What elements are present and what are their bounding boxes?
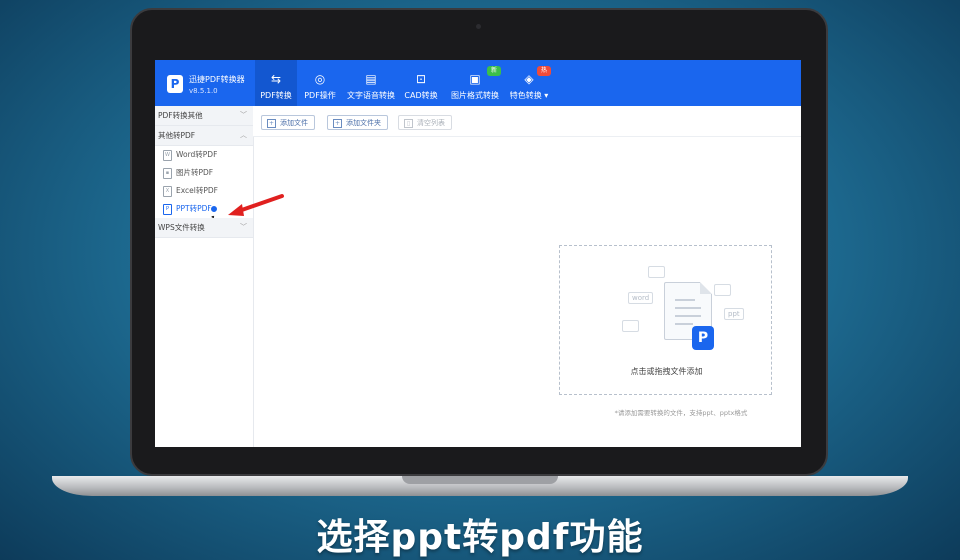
sidebar-item-image-to-pdf[interactable]: ▪ 图片转PDF <box>155 164 253 182</box>
file-tag-blank <box>648 266 665 278</box>
sidebar-item-label: PPT转PDF <box>176 204 212 213</box>
app-version: v8.5.1.0 <box>189 87 218 95</box>
chevron-down-icon: ﹀ <box>240 111 247 119</box>
chevron-up-icon: ︿ <box>240 131 247 139</box>
doc-line <box>675 299 695 301</box>
ppt-file-icon: P <box>163 204 172 215</box>
app-header: P 迅捷PDF转换器 v8.5.1.0 ⇆ PDF转换 ◎ PDF操作 ▤ 文字… <box>155 60 801 106</box>
tab-pdf-convert[interactable]: ⇆ PDF转换 <box>255 60 297 106</box>
add-folder-icon: + <box>333 119 342 128</box>
group-label: PDF转换其他 <box>158 111 203 120</box>
doc-line <box>675 315 701 317</box>
tab-label: 图片格式转换 <box>451 91 499 100</box>
sidebar: PDF转换其他 ﹀ 其他转PDF ︿ W Word转PDF ▪ 图片转PDF X… <box>155 106 254 447</box>
tab-special[interactable]: ◈ 特色转换 ▾ 热 <box>507 60 551 106</box>
app-window: P 迅捷PDF转换器 v8.5.1.0 ⇆ PDF转换 ◎ PDF操作 ▤ 文字… <box>155 60 801 447</box>
convert-icon: ⇆ <box>270 72 282 86</box>
video-caption: 选择ppt转pdf功能 <box>316 517 644 558</box>
file-tag-blank <box>714 284 731 296</box>
tab-image-format[interactable]: ▣ 图片格式转换 新 <box>449 60 501 106</box>
word-file-icon: W <box>163 150 172 161</box>
image-icon: ▣ <box>469 72 481 86</box>
add-file-button[interactable]: + 添加文件 <box>261 115 315 130</box>
add-file-icon: + <box>267 119 276 128</box>
group-label: 其他转PDF <box>158 131 196 140</box>
file-tag-blank <box>622 320 639 332</box>
button-label: 清空列表 <box>417 119 445 127</box>
group-label: WPS文件转换 <box>158 223 205 232</box>
file-drop-zone[interactable]: word ppt P 点击或拖拽文件添加 <box>559 245 772 395</box>
tab-label: 特色转换 ▾ <box>509 91 549 100</box>
sidebar-group-wps[interactable]: WPS文件转换 ﹀ <box>155 218 253 238</box>
audio-icon: ▤ <box>365 72 377 86</box>
tab-label: PDF转换 <box>260 91 292 100</box>
chevron-down-icon: ﹀ <box>240 223 247 231</box>
trash-icon: ▯ <box>404 119 413 128</box>
doc-line <box>675 307 701 309</box>
supported-formats-hint: *请添加需要转换的文件，支持ppt、pptx格式 <box>614 409 748 417</box>
tab-text-audio[interactable]: ▤ 文字语音转换 <box>345 60 397 106</box>
operation-icon: ◎ <box>314 72 326 86</box>
file-tag-ppt: ppt <box>724 308 744 320</box>
laptop-notch <box>402 476 558 484</box>
button-label: 添加文件 <box>280 119 308 127</box>
clear-list-button[interactable]: ▯ 清空列表 <box>398 115 452 130</box>
file-tag-word: word <box>628 292 654 304</box>
new-badge: 新 <box>487 66 501 76</box>
sidebar-item-label: Word转PDF <box>176 150 218 159</box>
drop-zone-text: 点击或拖拽文件添加 <box>630 367 703 376</box>
red-arrow-annotation <box>228 194 284 216</box>
tab-cad[interactable]: ⊡ CAD转换 <box>401 60 441 106</box>
app-logo-icon: P <box>167 75 183 93</box>
image-file-icon: ▪ <box>163 168 172 179</box>
sidebar-item-label: 图片转PDF <box>176 168 214 177</box>
button-label: 添加文件夹 <box>346 119 381 127</box>
toolbar: + 添加文件 + 添加文件夹 ▯ 清空列表 <box>253 106 801 137</box>
tab-label: 文字语音转换 <box>347 91 395 100</box>
cad-icon: ⊡ <box>415 72 427 86</box>
special-icon: ◈ <box>524 72 534 86</box>
tab-label: CAD转换 <box>404 91 438 100</box>
doc-line <box>675 323 693 325</box>
sidebar-group-other-to-pdf[interactable]: 其他转PDF ︿ <box>155 126 253 146</box>
excel-file-icon: X <box>163 186 172 197</box>
sidebar-item-label: Excel转PDF <box>176 186 218 195</box>
hot-badge: 热 <box>537 66 551 76</box>
webcam-icon <box>476 24 481 29</box>
tab-pdf-operation[interactable]: ◎ PDF操作 <box>299 60 341 106</box>
sidebar-item-word-to-pdf[interactable]: W Word转PDF <box>155 146 253 164</box>
pdf-logo-icon: P <box>692 326 714 350</box>
sidebar-group-pdf-to-other[interactable]: PDF转换其他 ﹀ <box>155 106 253 126</box>
add-folder-button[interactable]: + 添加文件夹 <box>327 115 388 130</box>
doc-fold <box>700 282 712 294</box>
tab-label: PDF操作 <box>304 91 336 100</box>
app-title: 迅捷PDF转换器 <box>189 75 245 84</box>
